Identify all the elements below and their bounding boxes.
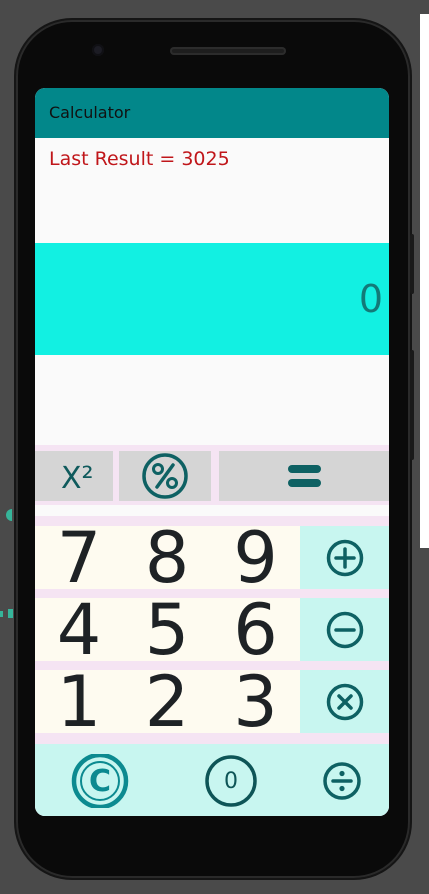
- result-display: 0: [35, 243, 389, 355]
- function-row: X²: [35, 445, 389, 505]
- emulator-accent: [6, 509, 12, 521]
- app-bar: Calculator: [35, 88, 389, 138]
- front-camera: [92, 44, 104, 56]
- clear-button[interactable]: C: [69, 754, 131, 808]
- emulator-accent: [0, 611, 3, 617]
- power-button: [410, 234, 414, 294]
- last-result-text: Last Result = 3025: [49, 148, 230, 170]
- earpiece-speaker: [170, 47, 286, 55]
- bottom-bar: C 0: [35, 744, 389, 816]
- display-value: 0: [358, 277, 383, 321]
- app-screen: Calculator Last Result = 3025 0 X² 7 8 9…: [35, 88, 389, 816]
- digit-1-button[interactable]: 1: [35, 661, 123, 743]
- percent-button[interactable]: [119, 451, 211, 501]
- equals-icon: [288, 465, 321, 487]
- volume-button: [410, 350, 414, 460]
- app-title: Calculator: [49, 103, 131, 122]
- zero-label: 0: [224, 768, 238, 794]
- emulator-accent: [8, 609, 13, 618]
- subtract-button[interactable]: [300, 598, 389, 661]
- side-panel: [420, 14, 429, 548]
- digit-3-button[interactable]: 3: [211, 661, 300, 743]
- percent-icon: [142, 453, 188, 499]
- clear-label: C: [88, 763, 112, 799]
- digit-6-button[interactable]: 6: [211, 589, 300, 671]
- square-button[interactable]: X²: [35, 451, 113, 501]
- digit-9-button[interactable]: 9: [211, 517, 300, 599]
- divide-icon: [323, 762, 361, 800]
- multiply-icon: [326, 683, 363, 720]
- square-label: X²: [61, 461, 94, 496]
- divide-button[interactable]: [320, 754, 364, 808]
- add-button[interactable]: [300, 526, 389, 589]
- digit-4-button[interactable]: 4: [35, 589, 123, 671]
- plus-icon: [326, 539, 363, 576]
- digit-2-button[interactable]: 2: [123, 661, 211, 743]
- digit-7-button[interactable]: 7: [35, 517, 123, 599]
- digit-8-button[interactable]: 8: [123, 517, 211, 599]
- equals-button[interactable]: [219, 451, 389, 501]
- multiply-button[interactable]: [300, 670, 389, 733]
- minus-icon: [326, 611, 363, 648]
- digit-5-button[interactable]: 5: [123, 589, 211, 671]
- zero-button[interactable]: 0: [204, 754, 258, 808]
